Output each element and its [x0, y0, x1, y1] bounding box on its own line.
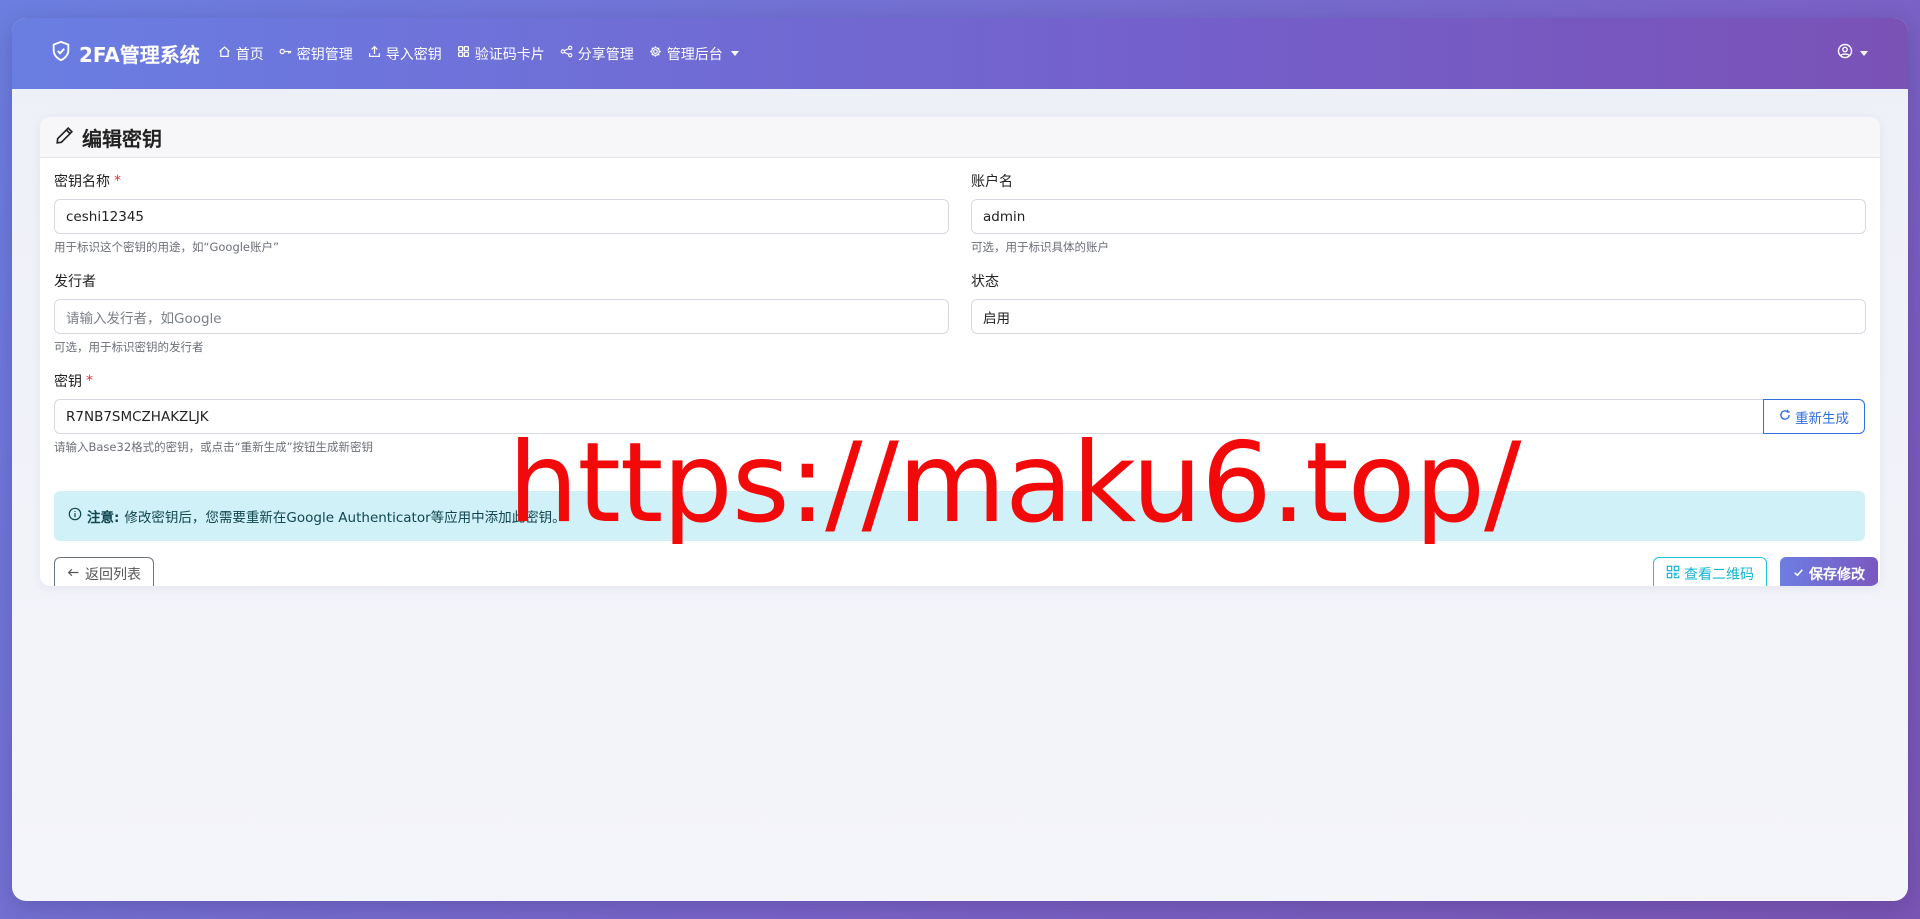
user-menu[interactable]: [1837, 43, 1868, 63]
user-circle-icon: [1837, 43, 1853, 63]
regenerate-button[interactable]: 重新生成: [1763, 399, 1865, 434]
card-header: 编辑密钥: [40, 117, 1880, 158]
info-icon: [68, 507, 82, 525]
nav-label: 管理后台: [666, 46, 723, 63]
back-label: 返回列表: [85, 567, 141, 583]
key-icon: [279, 45, 292, 62]
secret-label: 密钥 *: [54, 373, 93, 390]
key-name-input[interactable]: ceshi12345: [54, 199, 949, 234]
check-icon: [1793, 566, 1804, 582]
brand[interactable]: 2FA管理系统: [50, 39, 200, 68]
issuer-field: 发行者 请输入发行者，如Google 可选，用于标识密钥的发行者: [54, 271, 949, 354]
upload-icon: [368, 45, 381, 62]
home-icon: [218, 45, 231, 62]
issuer-label: 发行者: [54, 274, 96, 290]
save-button[interactable]: 保存修改: [1780, 557, 1878, 586]
refresh-icon: [1779, 409, 1791, 425]
account-help: 可选，用于标识具体的账户: [971, 240, 1109, 254]
main-nav: 首页 密钥管理 导入密钥 验证码卡片 分享管理 管理后台: [218, 44, 739, 64]
back-to-list-button[interactable]: 返回列表: [54, 557, 154, 586]
chevron-down-icon: [1860, 50, 1868, 56]
nav-label: 验证码卡片: [474, 46, 545, 63]
shield-check-icon: [50, 40, 72, 67]
save-label: 保存修改: [1809, 567, 1865, 583]
status-label: 状态: [971, 274, 999, 290]
name-field: 密钥名称 * ceshi12345 用于标识这个密钥的用途，如“Google账户”: [54, 171, 949, 254]
view-qr-button[interactable]: 查看二维码: [1653, 557, 1767, 586]
nav-share[interactable]: 分享管理: [560, 44, 634, 64]
chevron-down-icon: [730, 51, 739, 56]
nav-label: 分享管理: [577, 46, 634, 63]
nav-label: 导入密钥: [385, 46, 442, 63]
nav-admin[interactable]: 管理后台: [649, 44, 739, 64]
pencil-icon: [54, 124, 76, 150]
account-input[interactable]: admin: [971, 199, 1866, 234]
status-select[interactable]: 启用: [971, 299, 1866, 334]
name-label: 密钥名称 *: [54, 173, 121, 190]
nav-label: 首页: [235, 46, 264, 63]
gear-icon: [649, 45, 662, 62]
nav-import[interactable]: 导入密钥: [368, 44, 442, 64]
nav-label: 密钥管理: [296, 46, 353, 63]
alert-text: 修改密钥后，您需要重新在Google Authenticator等应用中添加此密…: [124, 510, 566, 526]
arrow-left-icon: [67, 566, 80, 583]
brand-title: 2FA管理系统: [79, 43, 200, 67]
qr-code-icon: [1666, 565, 1680, 583]
alert-title: 注意:: [87, 510, 120, 526]
watermark-text: https://maku6.top/: [508, 419, 1521, 548]
regenerate-label: 重新生成: [1795, 410, 1849, 427]
top-navbar: 2FA管理系统 首页 密钥管理 导入密钥 验证码卡片 分享管理 管理后台: [12, 18, 1908, 89]
issuer-input[interactable]: 请输入发行者，如Google: [54, 299, 949, 334]
nav-key-management[interactable]: 密钥管理: [279, 44, 353, 64]
account-label: 账户名: [971, 174, 1013, 190]
required-mark: *: [86, 373, 93, 389]
status-field: 状态 启用: [971, 271, 1866, 334]
share-icon: [560, 45, 573, 62]
qr-label: 查看二维码: [1684, 567, 1754, 583]
account-field: 账户名 admin 可选，用于标识具体的账户: [971, 171, 1866, 254]
grid-icon: [457, 45, 470, 62]
name-help: 用于标识这个密钥的用途，如“Google账户”: [54, 240, 279, 254]
nav-home[interactable]: 首页: [218, 44, 264, 64]
required-mark: *: [114, 173, 121, 189]
issuer-help: 可选，用于标识密钥的发行者: [54, 340, 204, 354]
card-title: 编辑密钥: [82, 126, 162, 151]
nav-code-cards[interactable]: 验证码卡片: [457, 44, 545, 64]
